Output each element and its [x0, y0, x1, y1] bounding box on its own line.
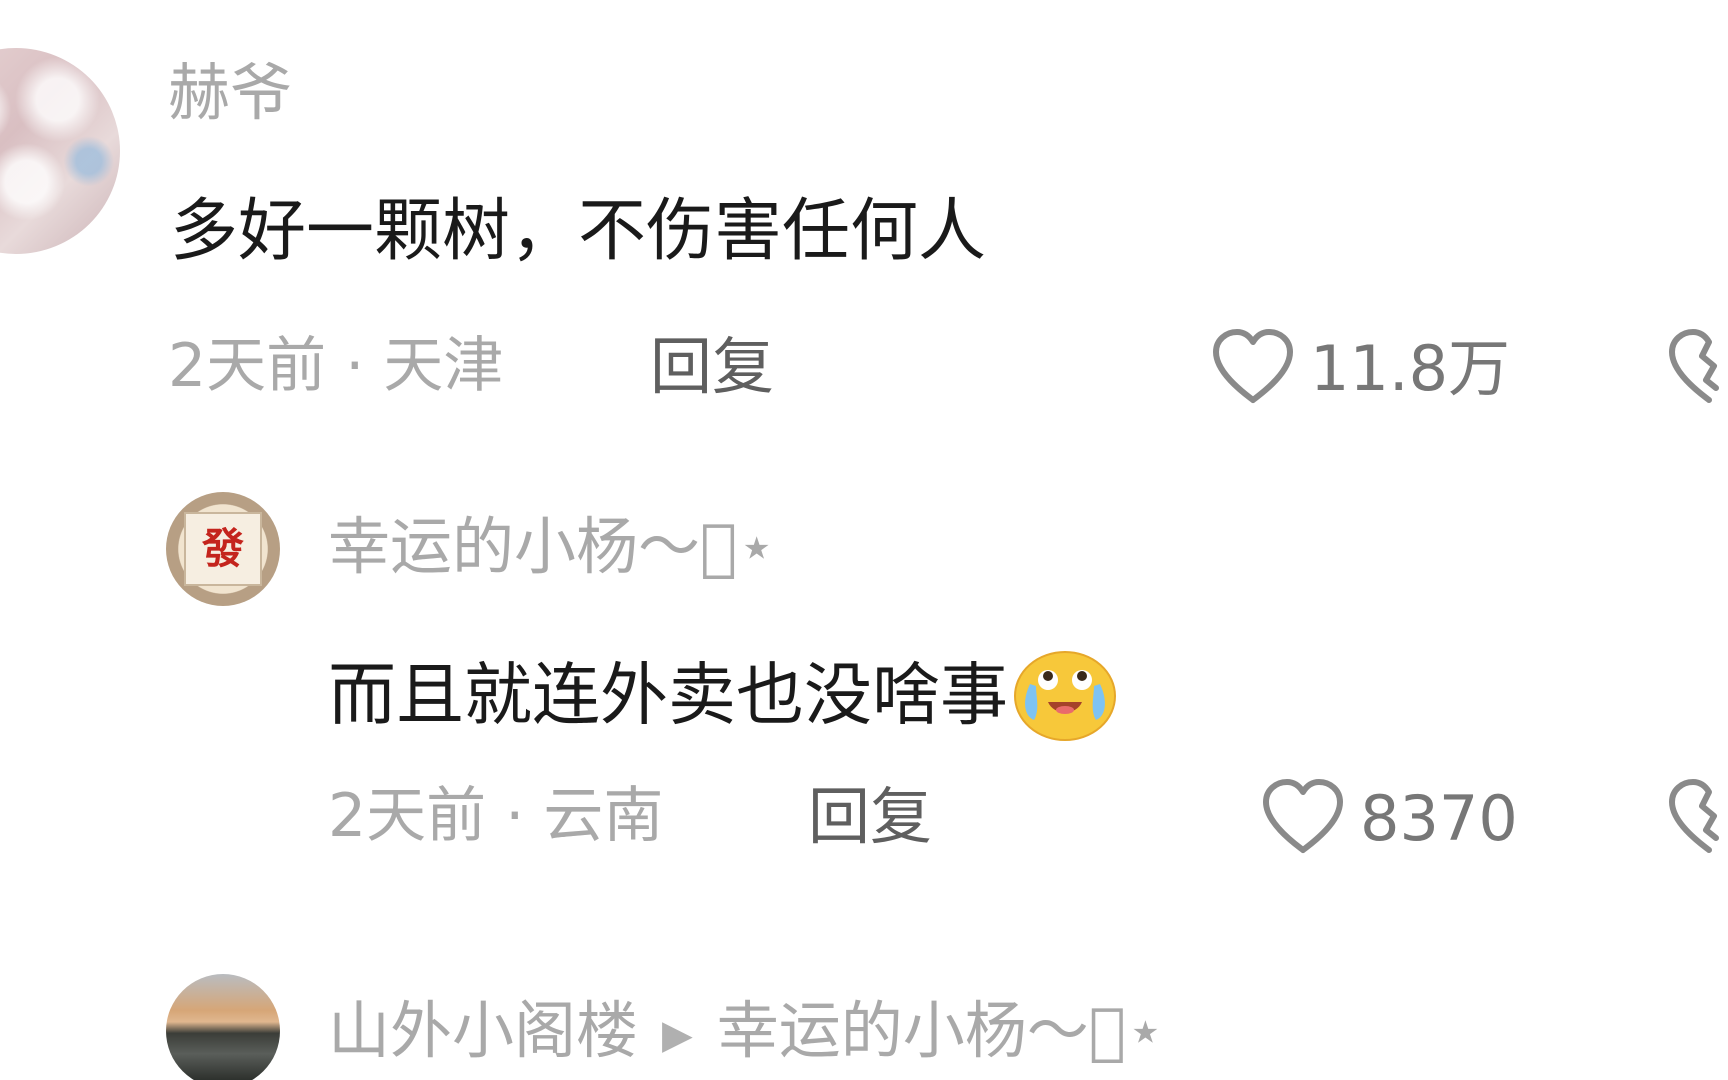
- reply-button[interactable]: 回复: [650, 336, 774, 398]
- laughing-crying-emoji-icon: [1012, 646, 1118, 754]
- reply-comment: 而且就连外卖也没啥事: [328, 646, 1118, 754]
- avatar-stamp: 發: [184, 512, 262, 586]
- comment-meta: 2天前 · 天津: [168, 331, 504, 401]
- like-button[interactable]: 11.8万: [1210, 326, 1510, 412]
- username[interactable]: 赫爷: [168, 62, 292, 124]
- username[interactable]: 山外小阁楼: [328, 994, 638, 1067]
- comment-text: 多好一颗树，不伤害任何人: [170, 192, 987, 271]
- like-button[interactable]: 8370: [1260, 776, 1518, 862]
- broken-heart-icon: [1666, 779, 1728, 862]
- reply-username-row: 山外小阁楼 ▶ 幸运的小杨～ ⋆: [328, 1000, 1165, 1062]
- reply-button[interactable]: 回复: [808, 786, 932, 848]
- comment-section: 赫爷 多好一颗树，不伤害任何人 2天前 · 天津 回复 11.8万 發 幸运的小…: [0, 0, 1728, 1080]
- heart-outline-icon: [1210, 326, 1296, 412]
- broken-heart-icon: [1666, 329, 1728, 412]
- like-count: 8370: [1360, 782, 1518, 855]
- dislike-button[interactable]: [1666, 776, 1728, 862]
- dislike-button[interactable]: [1666, 326, 1728, 412]
- heart-outline-icon: [1260, 776, 1346, 862]
- avatar-user-xiaoyang[interactable]: 發: [166, 492, 280, 606]
- comment-meta: 2天前 · 云南: [328, 781, 664, 851]
- reply-arrow-icon: ▶: [662, 1011, 693, 1058]
- reply-to-username[interactable]: 幸运的小杨～ ⋆: [717, 994, 1165, 1067]
- like-count: 11.8万: [1310, 332, 1511, 405]
- username[interactable]: 幸运的小杨～ ⋆: [328, 516, 776, 578]
- avatar-user-heye[interactable]: [0, 48, 120, 254]
- avatar-user-shanwai[interactable]: [166, 974, 280, 1080]
- comment-text: 而且就连外卖也没啥事: [328, 656, 1009, 736]
